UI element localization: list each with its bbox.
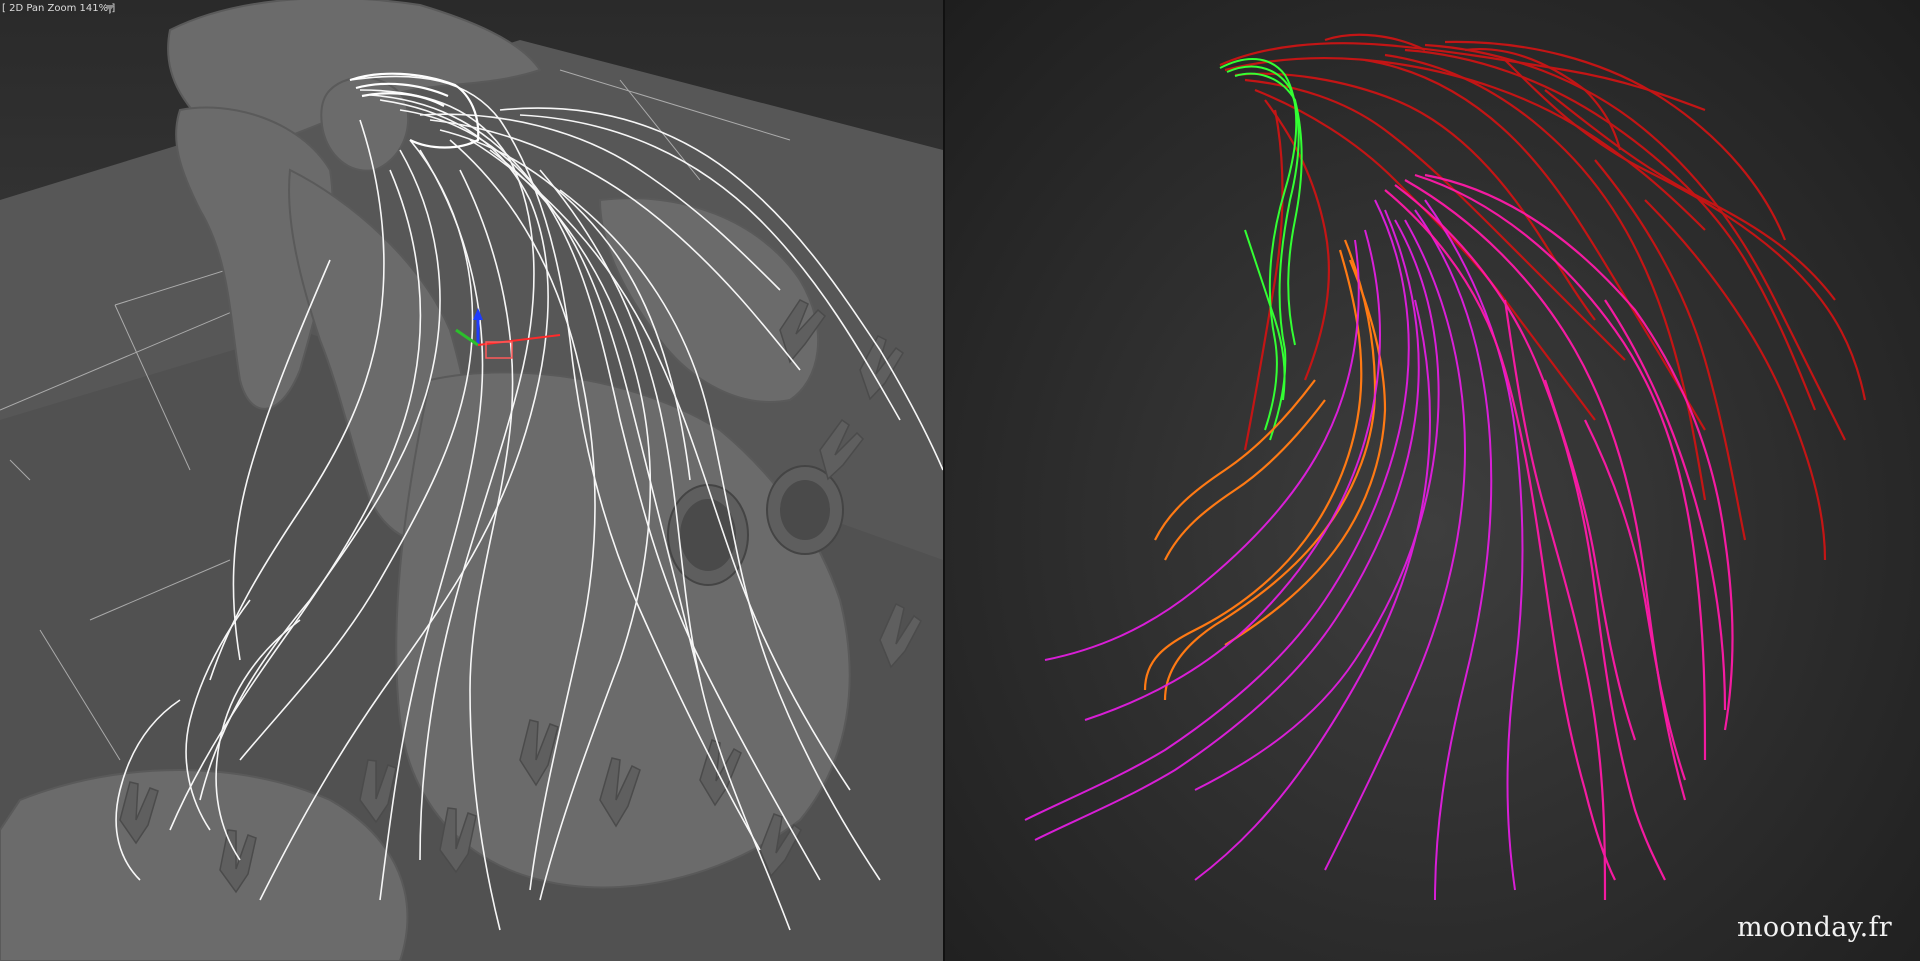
guide-strands-render bbox=[1024, 33, 1867, 901]
watermark-text: moonday.fr bbox=[1736, 912, 1892, 943]
screenshot: [ 2D Pan Zoom 141% ] moonday.fr bbox=[0, 0, 1920, 961]
guide-render-view: moonday.fr bbox=[945, 0, 1920, 961]
guide-strands-green bbox=[1219, 57, 1303, 441]
guide-strands-pink bbox=[1384, 173, 1734, 901]
viewport-zoom-label[interactable]: [ 2D Pan Zoom 141% ] bbox=[2, 3, 115, 15]
funnel-icon[interactable] bbox=[104, 3, 116, 15]
viewport-scene bbox=[0, 0, 943, 961]
guide-strands-orange bbox=[1143, 239, 1387, 701]
guide-strands-red bbox=[1219, 33, 1867, 561]
viewport-3d[interactable]: [ 2D Pan Zoom 141% ] bbox=[0, 0, 943, 961]
guide-strands-magenta bbox=[1024, 199, 1524, 901]
